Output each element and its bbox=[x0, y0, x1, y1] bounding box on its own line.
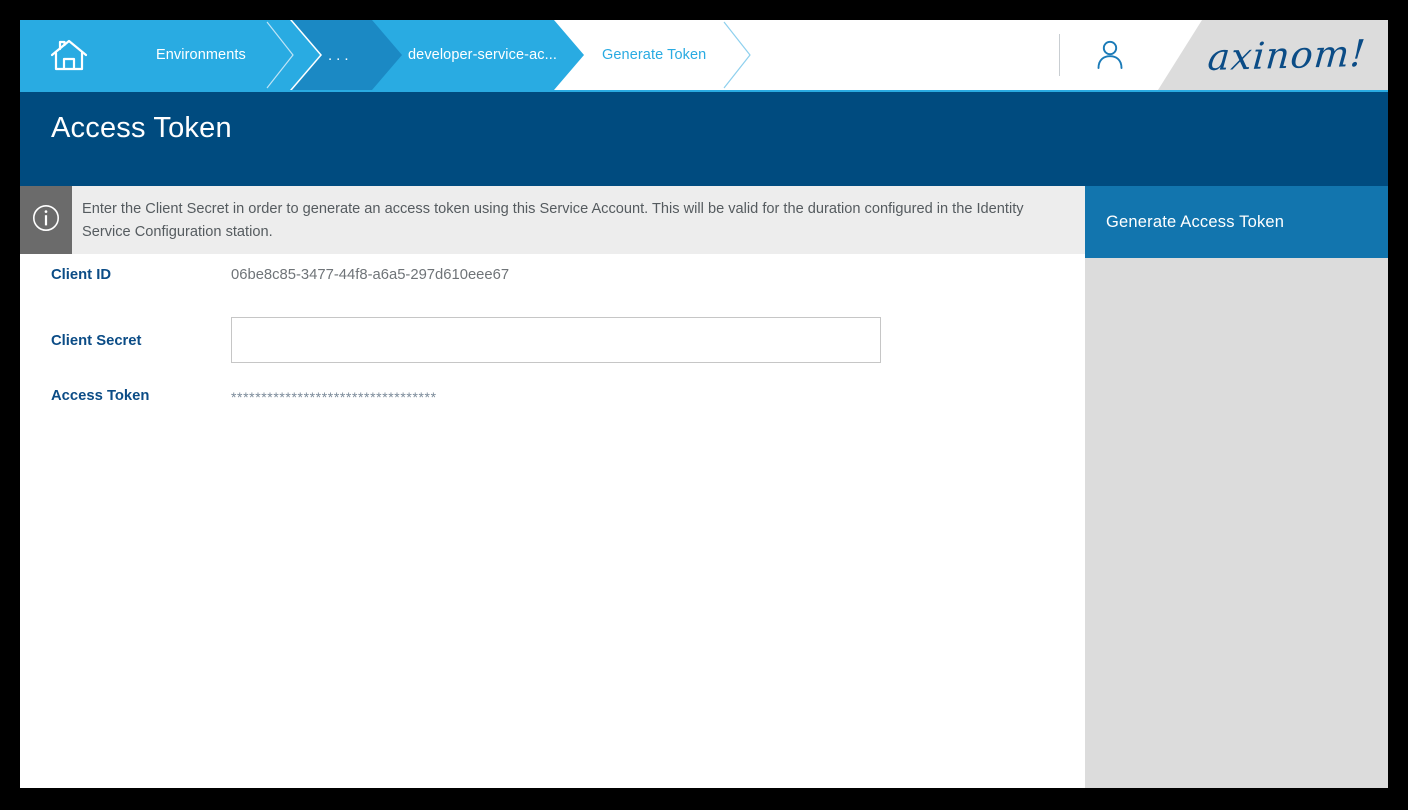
access-token-masked-value: ********************************** bbox=[231, 389, 437, 405]
generate-access-token-button[interactable]: Generate Access Token bbox=[1085, 186, 1388, 258]
info-message: Enter the Client Secret in order to gene… bbox=[82, 201, 1024, 240]
field-row-client-id: Client ID 06be8c85-3477-44f8-a6a5-297d61… bbox=[20, 254, 1085, 309]
app-viewport: Environments ... developer-service-ac...… bbox=[20, 20, 1388, 788]
info-banner: Enter the Client Secret in order to gene… bbox=[20, 186, 1085, 254]
breadcrumb-item-generate-token[interactable]: Generate Token bbox=[554, 20, 780, 90]
page-title-banner: Access Token bbox=[20, 92, 1388, 186]
screen-frame: Environments ... developer-service-ac...… bbox=[0, 0, 1408, 810]
user-account-icon bbox=[1095, 38, 1125, 75]
breadcrumb-item-label: Environments bbox=[156, 47, 246, 63]
generate-access-token-label: Generate Access Token bbox=[1106, 212, 1285, 231]
breadcrumb: Environments ... developer-service-ac...… bbox=[20, 20, 1388, 90]
breadcrumb-item-label: developer-service-ac... bbox=[408, 47, 557, 63]
client-id-value: 06be8c85-3477-44f8-a6a5-297d610eee67 bbox=[231, 267, 510, 283]
client-id-label: Client ID bbox=[51, 267, 112, 283]
home-icon bbox=[49, 36, 89, 74]
page-title: Access Token bbox=[51, 112, 232, 144]
info-icon-container bbox=[20, 186, 72, 254]
client-secret-label: Client Secret bbox=[51, 333, 142, 349]
breadcrumb-strip: Environments ... developer-service-ac...… bbox=[20, 20, 1059, 90]
field-row-access-token: Access Token ***************************… bbox=[20, 375, 1085, 425]
access-token-label: Access Token bbox=[51, 388, 150, 404]
logo-text: axinom! bbox=[1206, 31, 1368, 79]
breadcrumb-item-service-account[interactable]: developer-service-ac... bbox=[372, 20, 594, 90]
info-circle-icon bbox=[31, 203, 61, 238]
form-area: Client ID 06be8c85-3477-44f8-a6a5-297d61… bbox=[20, 254, 1085, 788]
header-divider bbox=[1059, 34, 1060, 76]
user-account-button[interactable] bbox=[1080, 38, 1140, 74]
client-secret-input[interactable] bbox=[231, 317, 881, 363]
breadcrumb-item-environments[interactable]: Environments bbox=[112, 20, 320, 90]
field-row-client-secret: Client Secret bbox=[20, 309, 1085, 375]
axinom-logo: axinom! bbox=[1158, 20, 1388, 90]
action-panel: Generate Access Token bbox=[1085, 186, 1388, 788]
breadcrumb-ellipsis-label: ... bbox=[328, 46, 353, 64]
breadcrumb-item-label: Generate Token bbox=[602, 47, 707, 63]
